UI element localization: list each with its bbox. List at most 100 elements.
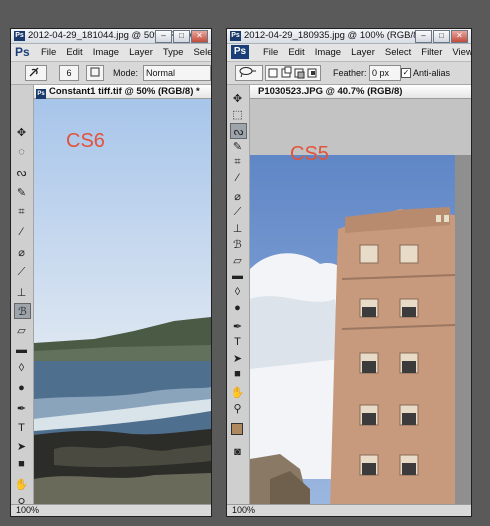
version-label: CS5	[290, 143, 329, 165]
gradient-tool-icon[interactable]: ▬	[14, 343, 29, 357]
feather-label: Feather:	[333, 68, 367, 78]
spot-healing-tool-icon[interactable]: ⌀	[230, 189, 245, 203]
tools-panel: ✥ ◌ ᔓ ✎ ⌗ ⁄ ⌀ ⟋ ⊥ ℬ ▱ ▬ ◊ ● ✒ T ➤ ■ ✋ ⚲	[11, 85, 34, 509]
menu-type[interactable]: Type	[163, 47, 184, 58]
eraser-tool-icon[interactable]: ▱	[230, 253, 245, 267]
blur-tool-icon[interactable]: ◊	[14, 361, 29, 375]
menu-layer[interactable]: Layer	[129, 47, 153, 58]
marquee-tool-icon[interactable]: ◌	[14, 145, 29, 159]
menu-image[interactable]: Image	[93, 47, 119, 58]
eraser-tool-icon[interactable]: ▱	[14, 323, 29, 337]
dodge-tool-icon[interactable]: ●	[14, 381, 29, 395]
image-canvas[interactable]	[34, 99, 211, 504]
status-bar: 100%	[227, 504, 471, 516]
image-canvas[interactable]	[250, 99, 471, 504]
menu-edit[interactable]: Edit	[288, 47, 304, 58]
options-bar: Feather: 0 px ✓ Anti-alias	[227, 62, 471, 85]
zoom-level[interactable]: 100%	[232, 505, 255, 515]
app-icon: Ps	[230, 31, 241, 41]
zoom-level[interactable]: 100%	[16, 505, 39, 515]
quick-select-tool-icon[interactable]: ✎	[230, 139, 245, 153]
lasso-tool-icon[interactable]: ᔓ	[14, 165, 29, 179]
menu-image[interactable]: Image	[315, 47, 341, 58]
menu-edit[interactable]: Edit	[66, 47, 82, 58]
hand-tool-icon[interactable]: ✋	[230, 385, 245, 399]
path-select-tool-icon[interactable]: ➤	[14, 439, 29, 453]
gradient-tool-icon[interactable]: ▬	[230, 269, 245, 283]
eyedropper-tool-icon[interactable]: ⁄	[230, 171, 245, 185]
selection-mode-buttons[interactable]	[265, 65, 321, 81]
menu-select[interactable]: Sele	[193, 47, 211, 58]
brush-tool-icon[interactable]: ⟋	[230, 205, 245, 219]
document-tab[interactable]: Ps Constant1 tiff.tif @ 50% (RGB/8) *	[34, 85, 211, 99]
menu-layer[interactable]: Layer	[351, 47, 375, 58]
menu-bar: Ps File Edit Image Layer Select Filter V…	[227, 44, 471, 62]
mode-select[interactable]: Normal	[143, 65, 211, 81]
ps-logo: Ps	[231, 45, 249, 59]
hand-tool-icon[interactable]: ✋	[14, 477, 29, 491]
document-tab[interactable]: P1030523.JPG @ 40.7% (RGB/8)	[250, 85, 471, 99]
history-brush-tool-icon[interactable]: ℬ	[230, 237, 245, 251]
tools-panel: ✥ ⬚ ᔓ ✎ ⌗ ⁄ ⌀ ⟋ ⊥ ℬ ▱ ▬ ◊ ● ✒ T ➤ ■ ✋ ⚲ …	[227, 85, 250, 504]
maximize-button[interactable]: □	[173, 30, 190, 43]
version-label: CS6	[66, 130, 105, 152]
shape-tool-icon[interactable]: ■	[14, 457, 29, 471]
quick-select-tool-icon[interactable]: ✎	[14, 185, 29, 199]
document-tab-label: Constant1 tiff.tif @ 50% (RGB/8) *	[49, 86, 200, 97]
coastline-photo	[34, 99, 211, 504]
move-tool-icon[interactable]: ✥	[230, 91, 245, 105]
healing-brush-icon	[29, 67, 39, 77]
menu-filter[interactable]: Filter	[421, 47, 442, 58]
title-bar[interactable]: Ps 2012-04-29_180935.jpg @ 100% (RGB/8) …	[227, 29, 471, 44]
shape-tool-icon[interactable]: ■	[230, 367, 245, 381]
close-button[interactable]: ✕	[191, 30, 208, 43]
brush-panel-icon	[90, 67, 100, 77]
lasso-tool-icon[interactable]: ᔓ	[230, 123, 247, 139]
type-tool-icon[interactable]: T	[230, 335, 245, 349]
menu-file[interactable]: File	[41, 47, 56, 58]
path-select-tool-icon[interactable]: ➤	[230, 351, 245, 365]
title-bar[interactable]: Ps 2012-04-29_181044.jpg @ 50% (RGB/8) *…	[11, 29, 211, 44]
menu-file[interactable]: File	[263, 47, 278, 58]
feather-input[interactable]: 0 px	[369, 65, 401, 81]
antialias-label: Anti-alias	[413, 68, 451, 78]
cs5-window: Ps 2012-04-29_180935.jpg @ 100% (RGB/8) …	[226, 28, 472, 517]
tool-preset-picker[interactable]	[235, 65, 263, 81]
clone-stamp-tool-icon[interactable]: ⊥	[14, 285, 29, 299]
maximize-button[interactable]: □	[433, 30, 450, 43]
quick-mask-icon[interactable]: ◙	[230, 445, 245, 459]
brush-tool-icon[interactable]: ⟋	[14, 265, 29, 279]
move-tool-icon[interactable]: ✥	[14, 125, 29, 139]
pen-tool-icon[interactable]: ✒	[230, 319, 245, 333]
document-area: Ps Constant1 tiff.tif @ 50% (RGB/8) * CS…	[34, 85, 211, 504]
marquee-tool-icon[interactable]: ⬚	[230, 107, 245, 121]
document-tab-label: P1030523.JPG @ 40.7% (RGB/8)	[258, 86, 403, 97]
pen-tool-icon[interactable]: ✒	[14, 401, 29, 415]
antialias-checkbox[interactable]: ✓	[401, 68, 411, 78]
options-bar: 6 Mode: Normal	[11, 62, 211, 85]
blur-tool-icon[interactable]: ◊	[230, 285, 245, 299]
dodge-tool-icon[interactable]: ●	[230, 301, 245, 315]
menu-view[interactable]: View	[452, 47, 471, 58]
brush-panel-toggle[interactable]	[86, 65, 104, 81]
app-icon: Ps	[14, 31, 25, 41]
clone-stamp-tool-icon[interactable]: ⊥	[230, 221, 245, 235]
minimize-button[interactable]: –	[415, 30, 432, 43]
status-bar: 100%	[11, 504, 211, 516]
crop-tool-icon[interactable]: ⌗	[230, 155, 245, 169]
mode-label: Mode:	[113, 68, 139, 78]
spot-healing-tool-icon[interactable]: ⌀	[14, 245, 29, 259]
history-brush-tool-icon[interactable]: ℬ	[14, 303, 31, 319]
close-button[interactable]: ✕	[451, 30, 468, 43]
lasso-icon	[239, 67, 256, 78]
minimize-button[interactable]: –	[155, 30, 172, 43]
selection-mode-icons	[268, 66, 317, 79]
zoom-tool-icon[interactable]: ⚲	[230, 401, 245, 415]
type-tool-icon[interactable]: T	[14, 421, 29, 435]
menu-select[interactable]: Select	[385, 47, 411, 58]
brush-size-picker[interactable]: 6	[59, 65, 79, 81]
crop-tool-icon[interactable]: ⌗	[14, 205, 29, 219]
foreground-color-swatch[interactable]	[231, 423, 243, 435]
tool-preset-picker[interactable]	[25, 65, 47, 81]
eyedropper-tool-icon[interactable]: ⁄	[14, 225, 29, 239]
